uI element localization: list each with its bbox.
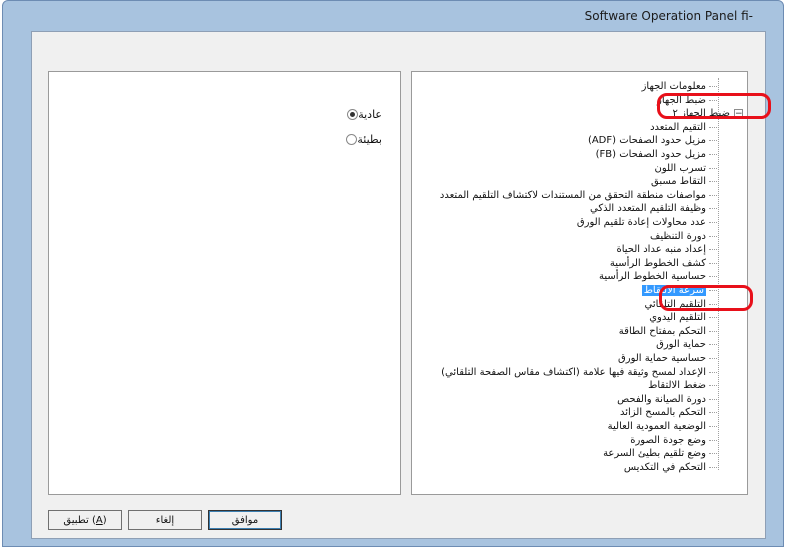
radio-slow-indicator-icon[interactable]: [346, 134, 358, 145]
tree-connector: [709, 276, 717, 278]
tree-item-label: حساسية الخطوط الرأسية: [598, 271, 706, 283]
tree-item[interactable]: دورة التنظيف: [650, 230, 717, 243]
tree-connector: [709, 412, 717, 414]
settings-panel: عادية بطيئة: [48, 71, 401, 495]
tree-item[interactable]: وضع تلقيم بطيئ السرعة: [603, 447, 717, 460]
tree-item[interactable]: حماية الورق: [656, 338, 717, 351]
tree-item[interactable]: ضغط الالتقاط: [648, 379, 717, 392]
apply-button-label: تطبيق: [63, 514, 89, 526]
ok-button-label: موافق: [231, 514, 259, 526]
window-title: Software Operation Panel fi-: [584, 9, 753, 23]
tree-item[interactable]: حساسية الخطوط الرأسية: [599, 270, 717, 283]
tree-item[interactable]: تسرب اللون: [655, 162, 717, 175]
tree-item[interactable]: حساسية حماية الورق: [618, 352, 717, 365]
highlight-pick-speed: [659, 285, 753, 311]
tree-item-label: التقيم المتعدد: [650, 121, 706, 133]
tree-connector: [709, 358, 717, 359]
tree-item-label: التحكم في التكديس: [623, 461, 706, 473]
tree-connector: [709, 222, 717, 223]
tree-connector: [709, 86, 717, 87]
tree-connector: [709, 330, 717, 332]
tree-item[interactable]: الوضعية العمودية العالية: [608, 420, 717, 433]
tree-item[interactable]: وظيفة التلقيم المتعدد الذكي: [590, 202, 717, 215]
tree-connector: [709, 167, 717, 169]
tree-item[interactable]: مواصفات منطقة التحقق من المستندات لاكتشا…: [440, 189, 717, 202]
dialog-client-area: عادية بطيئة معلومات الجهاز ضبط الجهاز − ضبط…: [31, 31, 766, 539]
tree-item-label: الوضعية العمودية العالية: [607, 421, 706, 432]
tree-item[interactable]: إعداد منبه عداد الحياة: [616, 243, 717, 256]
tree-connector: [709, 249, 717, 251]
tree-item[interactable]: التحكم بالمسح الزائد: [620, 406, 717, 419]
tree-item-label: مواصفات منطقة التحقق من المستندات لاكتشا…: [439, 189, 706, 201]
tree-connector: [709, 466, 717, 468]
tree-item-label: مزيل حدود الصفحات (ADF): [587, 135, 706, 147]
tree-connector: [709, 317, 717, 319]
tree-item[interactable]: وضع جودة الصورة: [630, 434, 717, 447]
tree-connector: [709, 181, 717, 183]
app-window: Software Operation Panel fi- عادية بطيئة…: [2, 0, 784, 547]
tree-item-label: وضع جودة الصورة: [630, 434, 706, 446]
apply-shortcut-key: A: [95, 514, 103, 526]
tree-item-label: ضغط الالتقاط: [648, 380, 706, 392]
tree-item-label: إعداد منبه عداد الحياة: [616, 244, 706, 256]
tree-item[interactable]: التقاط مسبق: [651, 175, 717, 188]
tree-item-label: عدد محاولات إعادة تلقيم الورق: [576, 217, 706, 228]
tree-item-label: معلومات الجهاز: [641, 81, 706, 92]
apply-button[interactable]: تطبيق (A): [48, 510, 122, 530]
tree-connector: [709, 398, 717, 400]
tree-item-label: وضع تلقيم بطيئ السرعة: [603, 448, 706, 460]
tree-item[interactable]: التحكم في التكديس: [624, 461, 717, 474]
settings-tree-panel: معلومات الجهاز ضبط الجهاز − ضبط الجهاز ٢ الت…: [411, 71, 748, 495]
title-bar[interactable]: Software Operation Panel fi-: [3, 1, 783, 31]
tree-item[interactable]: التقيم المتعدد: [650, 121, 717, 134]
tree-item[interactable]: الإعداد لمسح وثيقة فيها علامة (اكتشاف مق…: [441, 366, 717, 379]
tree-item-label: وظيفة التلقيم المتعدد الذكي: [590, 203, 706, 215]
tree-connector: [709, 235, 717, 237]
radio-normal-label: عادية: [358, 108, 382, 121]
tree-item-label: التحكم بالمسح الزائد: [619, 407, 706, 419]
cancel-button[interactable]: إلغاء: [128, 510, 202, 530]
radio-slow-speed[interactable]: بطيئة: [341, 133, 382, 146]
tree-connector: [709, 344, 717, 346]
tree-connector: [709, 262, 717, 264]
tree-item-label: الإعداد لمسح وثيقة فيها علامة (اكتشاف مق…: [441, 366, 706, 378]
highlight-device-settings-2: [657, 93, 771, 119]
tree-item[interactable]: مزيل حدود الصفحات (ADF): [588, 134, 717, 147]
tree-item-label: التحكم بمفتاح الطاقة: [618, 325, 706, 337]
tree-item-label: تسرب اللون: [654, 162, 706, 174]
tree-item[interactable]: مزيل حدود الصفحات (FB): [596, 148, 717, 161]
tree-connector: [709, 385, 717, 387]
tree-connector: [709, 426, 717, 427]
tree-item-label: مزيل حدود الصفحات (FB): [595, 149, 706, 160]
tree-item[interactable]: دورة الصيانة والفحص: [617, 393, 717, 406]
tree-item-label: كشف الخطوط الرأسية: [609, 257, 706, 269]
tree-item-label: حماية الورق: [656, 339, 706, 351]
tree-item-label: دورة التنظيف: [650, 230, 706, 242]
tree-connector: [709, 140, 717, 142]
tree-item[interactable]: التلقيم اليدوي: [649, 311, 717, 324]
tree-connector: [709, 126, 717, 128]
cancel-button-label: إلغاء: [155, 514, 175, 526]
tree-item[interactable]: معلومات الجهاز: [642, 80, 717, 93]
tree-connector: [709, 208, 717, 210]
radio-slow-label: بطيئة: [357, 133, 382, 146]
radio-normal-speed[interactable]: عادية: [342, 108, 382, 121]
tree-item[interactable]: كشف الخطوط الرأسية: [610, 257, 717, 270]
tree-item-label: دورة الصيانة والفحص: [617, 393, 706, 405]
tree-connector: [709, 439, 717, 441]
tree-guide-line: [718, 78, 719, 470]
tree-item[interactable]: التحكم بمفتاح الطاقة: [619, 325, 717, 338]
radio-normal-indicator-icon[interactable]: [347, 109, 359, 120]
tree-item-label: التقاط مسبق: [650, 176, 706, 188]
tree-connector: [709, 194, 717, 196]
tree-item-label: التلقيم اليدوي: [649, 312, 706, 324]
tree-connector: [709, 371, 717, 373]
tree-item-label: حساسية حماية الورق: [618, 353, 706, 364]
tree-connector: [709, 453, 717, 455]
tree-connector: [709, 154, 717, 155]
tree-item[interactable]: عدد محاولات إعادة تلقيم الورق: [577, 216, 717, 229]
ok-button[interactable]: موافق: [208, 510, 282, 530]
